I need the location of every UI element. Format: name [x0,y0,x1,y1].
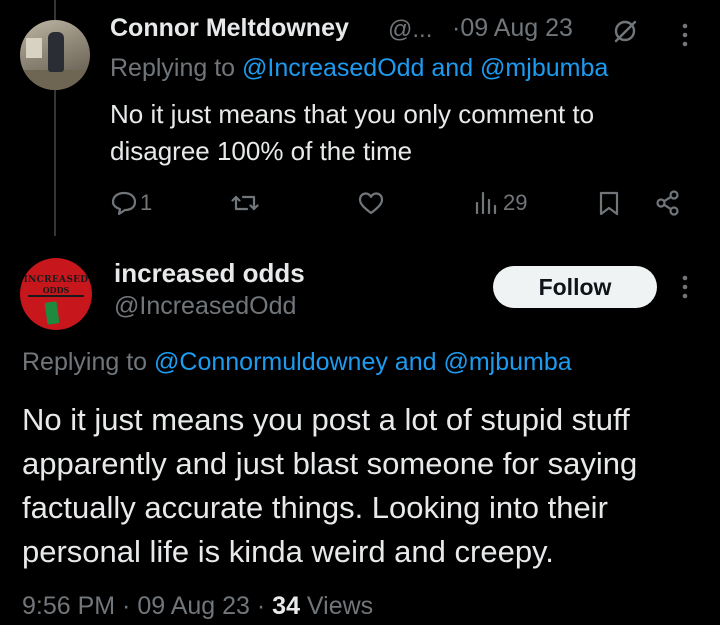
tweet-metadata: 9:56 PM · 09 Aug 23 · 34 Views [22,592,373,621]
like-button[interactable] [357,186,385,220]
tweet-date[interactable]: ·09 Aug 23 [452,14,573,43]
reply-count: 1 [140,190,153,215]
more-vertical-icon[interactable] [680,22,690,48]
date-text: 09 Aug 23 [460,14,573,42]
replying-prefix: Replying to [110,54,243,82]
views-count: 29 [503,190,528,215]
grok-icon[interactable] [612,18,638,44]
tweet-text: No it just means you post a lot of stupi… [22,402,638,569]
tweet-text: No it just means that you only comment t… [110,99,595,166]
bar-chart-icon [475,191,497,215]
replying-prefix: Replying to [22,348,155,376]
speech-bubble-icon [111,191,137,216]
reply-button[interactable]: 1 [110,186,152,220]
views-count[interactable]: 34 [272,592,300,620]
replying-to-link[interactable]: @IncreasedOdd and @mjbumba [242,54,608,82]
replying-to-link[interactable]: @Connormuldowney and @mjbumba [154,348,572,376]
tweet-time[interactable]: 9:56 PM [22,592,115,620]
follow-button[interactable]: Follow [493,266,657,308]
avatar-logo-text: INCREASED [23,275,89,285]
avatar[interactable] [20,20,90,90]
share-button[interactable] [654,186,682,220]
replying-to: Replying to @IncreasedOdd and @mjbumba [110,54,608,83]
author-handle[interactable]: @... [388,16,432,44]
views-button[interactable]: 29 [473,186,527,220]
more-vertical-icon[interactable] [680,274,690,300]
author-handle[interactable]: @IncreasedOdd [114,292,296,321]
share-icon [656,190,679,216]
bookmark-button[interactable] [595,186,623,220]
views-label: Views [299,592,374,620]
author-name[interactable]: increased odds [114,258,305,289]
bookmark-icon [599,191,619,216]
separator: · [249,592,273,620]
heart-icon [358,192,384,215]
author-name[interactable]: Connor Meltdowney [110,14,349,43]
tweet-date[interactable]: 09 Aug 23 [137,592,250,620]
avatar-logo-text: ODDS [42,285,70,295]
replying-to: Replying to @Connormuldowney and @mjbumb… [22,348,572,377]
retweet-button[interactable] [231,186,259,220]
avatar[interactable]: INCREASED ODDS [20,258,92,330]
retweet-icon [231,195,259,211]
separator: · [115,592,138,620]
